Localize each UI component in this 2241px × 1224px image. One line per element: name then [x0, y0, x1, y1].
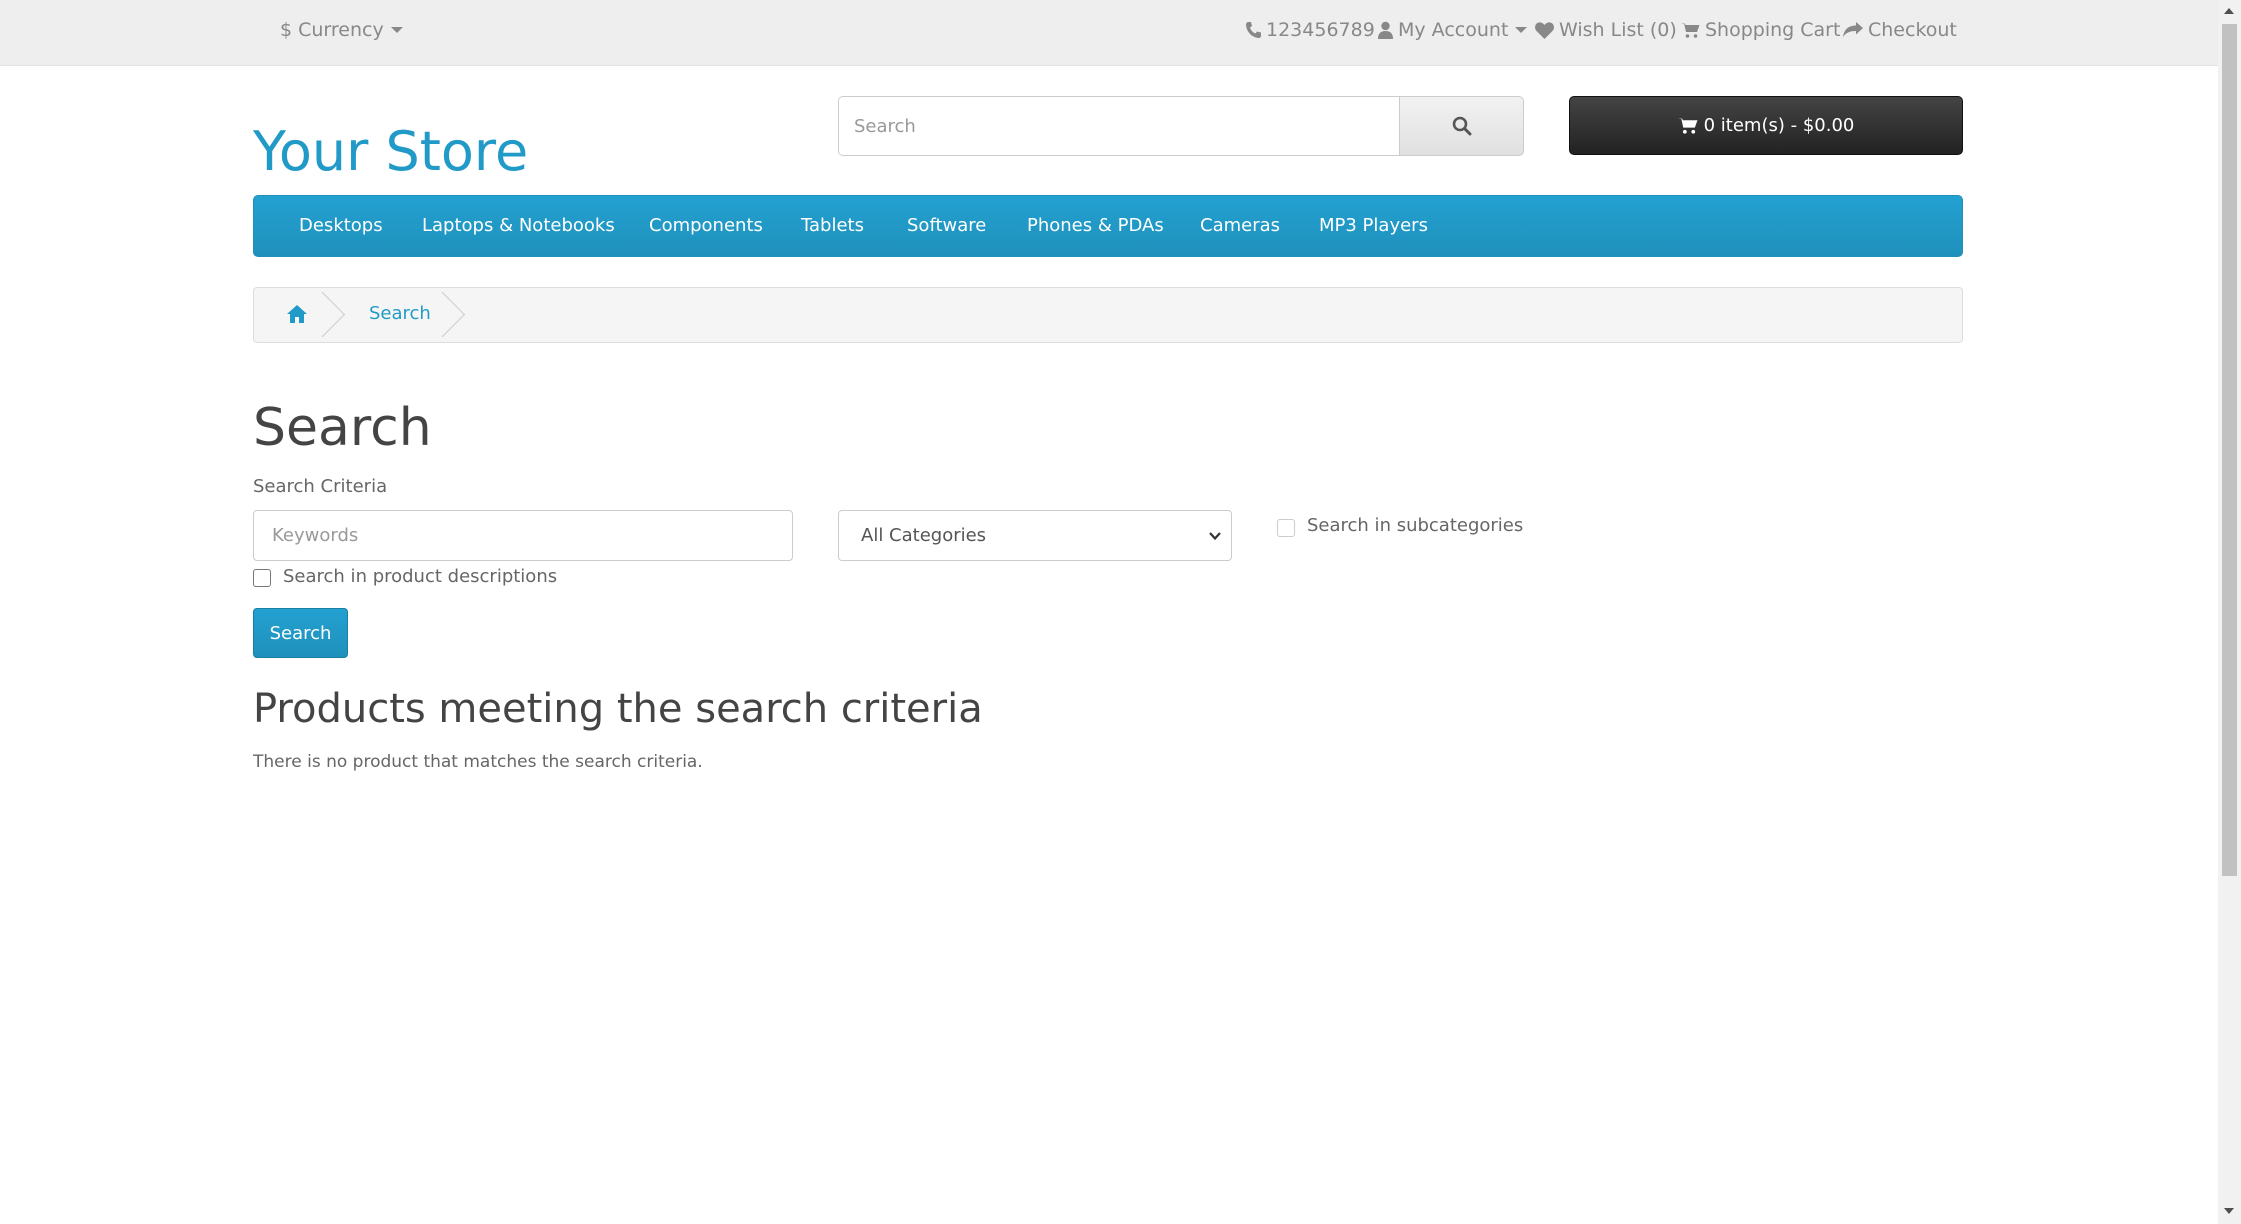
- wish-list-link[interactable]: Wish List (0): [1535, 17, 1677, 43]
- top-bar: $ Currency 123456789 My Account Wish Lis…: [0, 0, 2218, 66]
- chevron-down-icon: [1209, 532, 1221, 541]
- header-search-input[interactable]: [838, 96, 1399, 156]
- page-title: Search: [253, 398, 432, 458]
- my-account-label: My Account: [1398, 19, 1509, 41]
- currency-dropdown[interactable]: $ Currency: [280, 17, 403, 43]
- user-icon: [1378, 21, 1393, 39]
- results-heading: Products meeting the search criteria: [253, 686, 983, 732]
- shopping-cart-link[interactable]: Shopping Cart: [1681, 17, 1840, 43]
- currency-label: $ Currency: [280, 19, 384, 41]
- phone-link[interactable]: 123456789: [1245, 17, 1375, 43]
- menu-item-components[interactable]: Components: [649, 215, 763, 236]
- category-select[interactable]: All Categories: [838, 510, 1232, 561]
- breadcrumb-search[interactable]: Search: [369, 303, 431, 324]
- descriptions-checkbox[interactable]: [253, 569, 271, 587]
- store-logo[interactable]: Your Store: [253, 120, 528, 183]
- cart-icon: [1681, 22, 1700, 38]
- search-criteria-label: Search Criteria: [253, 476, 388, 497]
- subcategories-label: Search in subcategories: [1307, 515, 1524, 536]
- scrollbar-thumb[interactable]: [2222, 24, 2237, 876]
- menu-item-mp3-players[interactable]: MP3 Players: [1319, 215, 1428, 236]
- home-icon[interactable]: [287, 305, 307, 323]
- scroll-down-arrow-icon[interactable]: [2224, 1208, 2234, 1214]
- search-button[interactable]: Search: [253, 608, 348, 658]
- heart-icon: [1535, 21, 1554, 39]
- phone-icon: [1246, 22, 1261, 38]
- breadcrumb: Search: [253, 287, 1963, 343]
- category-selected-value: All Categories: [861, 525, 987, 546]
- cart-button[interactable]: 0 item(s) - $0.00: [1569, 96, 1963, 155]
- menu-item-software[interactable]: Software: [907, 215, 986, 236]
- menu-item-cameras[interactable]: Cameras: [1200, 215, 1280, 236]
- share-icon: [1843, 21, 1863, 37]
- caret-down-icon: [1515, 27, 1528, 33]
- subcategories-checkbox[interactable]: [1277, 519, 1295, 537]
- menu-item-desktops[interactable]: Desktops: [299, 215, 383, 236]
- no-results-message: There is no product that matches the sea…: [253, 752, 703, 772]
- menu-item-tablets[interactable]: Tablets: [801, 215, 864, 236]
- cart-button-label: 0 item(s) - $0.00: [1703, 115, 1855, 136]
- category-menu: Desktops Laptops & Notebooks Components …: [253, 195, 1963, 257]
- breadcrumb-separator: [322, 288, 350, 342]
- cart-icon: [1677, 117, 1698, 134]
- scroll-up-arrow-icon[interactable]: [2224, 8, 2234, 14]
- header-search-button[interactable]: [1399, 96, 1524, 156]
- shopping-cart-label: Shopping Cart: [1705, 19, 1841, 41]
- checkout-label: Checkout: [1868, 19, 1957, 41]
- vertical-scrollbar[interactable]: [2218, 0, 2241, 1224]
- caret-down-icon: [390, 27, 403, 33]
- descriptions-label: Search in product descriptions: [283, 566, 558, 587]
- keywords-input[interactable]: [253, 510, 793, 561]
- menu-item-laptops-notebooks[interactable]: Laptops & Notebooks: [422, 215, 615, 236]
- search-icon: [1452, 116, 1471, 136]
- my-account-dropdown[interactable]: My Account: [1378, 17, 1528, 43]
- breadcrumb-separator: [442, 288, 470, 342]
- menu-item-phones-pdas[interactable]: Phones & PDAs: [1027, 215, 1164, 236]
- wish-list-label: Wish List (0): [1559, 19, 1677, 41]
- phone-number: 123456789: [1266, 19, 1375, 41]
- header-search: [838, 96, 1524, 156]
- checkout-link[interactable]: Checkout: [1843, 17, 1957, 43]
